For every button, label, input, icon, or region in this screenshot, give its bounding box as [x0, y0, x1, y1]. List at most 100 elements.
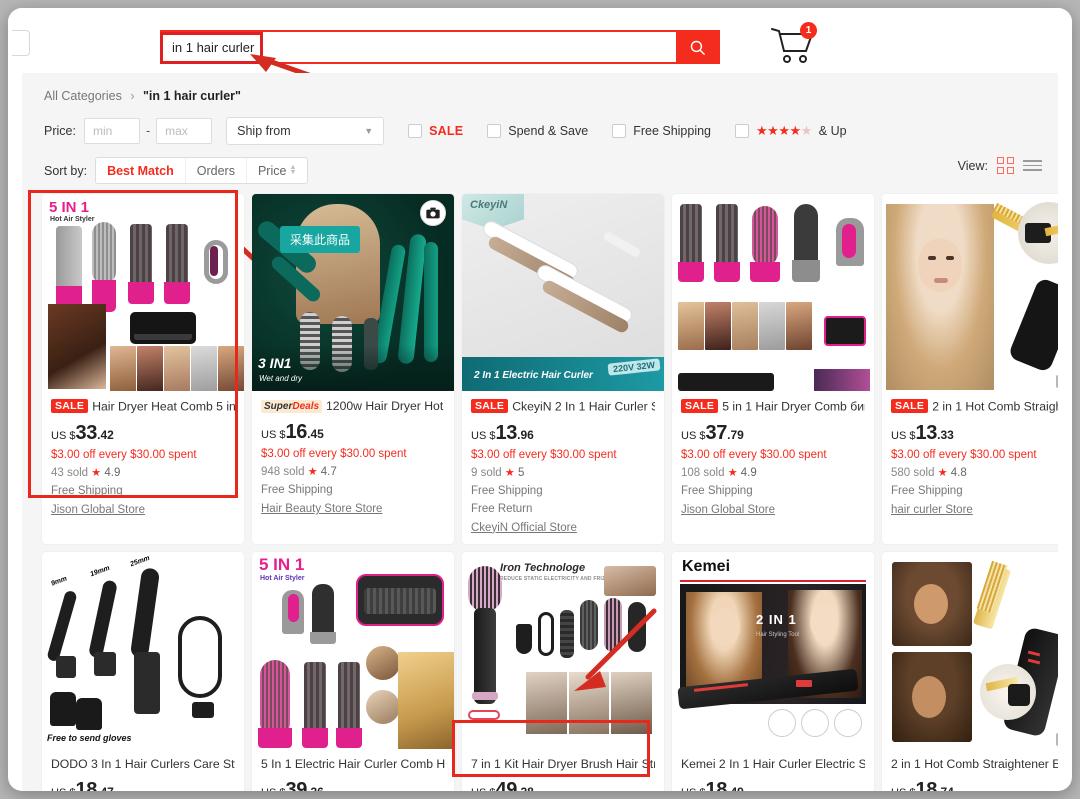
product-image[interactable]: 5 IN 1 Hot Air Styler: [252, 552, 454, 749]
sort-options: Best Match Orders Price ▲▼: [95, 157, 308, 184]
product-image[interactable]: 3 IN1 Wet and dry 采集此商品: [252, 194, 454, 391]
image-sublabel: Hot Air Styler: [50, 216, 94, 223]
search-bar[interactable]: [160, 30, 720, 64]
sold-count: 580 sold: [891, 467, 934, 479]
product-info: DODO 3 In 1 Hair Curlers Care Styl... US…: [42, 749, 244, 792]
store-link[interactable]: Hair Beauty Store Store: [261, 503, 445, 515]
price-max-input[interactable]: [156, 118, 212, 144]
sold-count: 948 sold: [261, 466, 304, 478]
ad-badge: AD: [1056, 733, 1058, 746]
product-title[interactable]: 7 in 1 Kit Hair Dryer Brush Hair Str...: [471, 757, 655, 772]
product-card[interactable]: AD SALE2 in 1 Hot Comb Straighten... US …: [882, 194, 1058, 544]
star-icon: ★: [308, 466, 318, 478]
price-filter-label: Price:: [44, 124, 76, 138]
sort-label: Sort by:: [44, 164, 87, 178]
image-sublabel: Free to send gloves: [47, 733, 132, 743]
product-image[interactable]: 9mm 19mm 25mm Free to send gloves: [42, 552, 244, 749]
product-price: US $18.49: [681, 779, 865, 792]
sold-count: 43 sold: [51, 467, 88, 479]
rating-checkbox[interactable]: [735, 124, 749, 138]
product-title[interactable]: Kemei 2 In 1 Hair Curler Electric St...: [681, 757, 865, 772]
store-link[interactable]: hair curler Store: [891, 504, 1058, 516]
product-title-text: 2 in 1 Hot Comb Straightener Elect...: [891, 757, 1058, 771]
spend-save-checkbox[interactable]: [487, 124, 501, 138]
search-button[interactable]: [676, 32, 718, 62]
product-title[interactable]: SuperDeals1200w Hair Dryer Hot Ai...: [261, 399, 445, 414]
grid-view-icon[interactable]: [997, 157, 1014, 174]
price-range-dash: -: [146, 124, 150, 138]
cart-button[interactable]: 1: [768, 24, 822, 68]
product-image[interactable]: AD: [882, 194, 1058, 391]
filter-sale[interactable]: SALE: [408, 124, 463, 138]
product-title[interactable]: SALE5 in 1 Hair Dryer Comb биг...: [681, 399, 865, 415]
product-image[interactable]: CkeyiN 2 In 1 Electric Hair Curler 220V …: [462, 194, 664, 391]
image-sublabel: REDUCE STATIC ELECTRICITY AND FRIZZ: [500, 576, 608, 582]
collect-circle-icon[interactable]: [420, 200, 446, 226]
product-title[interactable]: SALEHair Dryer Heat Comb 5 in ...: [51, 399, 235, 415]
product-card[interactable]: CkeyiN 2 In 1 Electric Hair Curler 220V …: [462, 194, 664, 544]
store-link[interactable]: Jison Global Store: [681, 504, 865, 516]
price-min-input[interactable]: [84, 118, 140, 144]
product-card[interactable]: AD 2 in 1 Hot Comb Straightener Elect...…: [882, 552, 1058, 792]
shipping-info: Free Shipping: [681, 484, 865, 499]
product-title[interactable]: SALE2 in 1 Hot Comb Straighten...: [891, 399, 1058, 415]
product-image[interactable]: Iron Technologe REDUCE STATIC ELECTRICIT…: [462, 552, 664, 749]
ship-from-dropdown[interactable]: Ship from ▼: [226, 117, 384, 145]
product-card[interactable]: Kemei 2 IN 1 Hair Styling Tool: [672, 552, 874, 792]
product-title-text: 7 in 1 Kit Hair Dryer Brush Hair Str...: [471, 757, 655, 771]
shipping-info: Free Shipping: [471, 484, 655, 499]
sort-option-best-match[interactable]: Best Match: [96, 158, 186, 183]
product-card[interactable]: SALE5 in 1 Hair Dryer Comb биг... US $37…: [672, 194, 874, 544]
sort-option-orders[interactable]: Orders: [186, 158, 247, 183]
filter-rating[interactable]: ★★★★★ & Up: [735, 123, 847, 139]
product-card[interactable]: 9mm 19mm 25mm Free to send gloves: [42, 552, 244, 792]
ship-from-label: Ship from: [237, 124, 291, 138]
product-image[interactable]: [672, 194, 874, 391]
product-image[interactable]: AD: [882, 552, 1058, 749]
product-title[interactable]: 5 In 1 Electric Hair Curler Comb Ho...: [261, 757, 445, 772]
search-icon: [689, 39, 706, 56]
product-card[interactable]: 5 IN 1 Hot Air Styler: [252, 552, 454, 792]
image-tag-1: 9mm: [50, 575, 68, 587]
chevron-down-icon: ▼: [364, 126, 373, 136]
collect-product-button[interactable]: 采集此商品: [280, 226, 360, 253]
image-sublabel: Wet and dry: [259, 374, 302, 383]
product-title[interactable]: SALECkeyiN 2 In 1 Hair Curler St...: [471, 399, 655, 415]
product-price: US $37.79: [681, 422, 865, 445]
product-rating: 4.8: [951, 467, 967, 479]
product-info: 7 in 1 Kit Hair Dryer Brush Hair Str... …: [462, 749, 664, 792]
site-header: 1: [8, 8, 1072, 73]
product-meta: 43 sold ★ 4.9: [51, 466, 235, 479]
product-title-text: 5 in 1 Hair Dryer Comb биг...: [722, 400, 865, 414]
breadcrumb-root[interactable]: All Categories: [44, 89, 122, 103]
star-icon: ★: [728, 467, 738, 479]
filter-spend-save[interactable]: Spend & Save: [487, 124, 588, 138]
product-price: US $49.28: [471, 779, 655, 792]
product-title-text: 5 In 1 Electric Hair Curler Comb Ho...: [261, 757, 445, 771]
product-meta: 108 sold ★ 4.9: [681, 466, 865, 479]
product-card[interactable]: Iron Technologe REDUCE STATIC ELECTRICIT…: [462, 552, 664, 792]
store-link[interactable]: CkeyiN Official Store: [471, 522, 655, 534]
search-input[interactable]: [162, 32, 676, 62]
product-card[interactable]: 5 IN 1 Hot Air Styler: [42, 194, 244, 544]
star-icon: ★: [505, 467, 515, 479]
product-promo: $3.00 off every $30.00 spent: [51, 449, 235, 461]
search-results-page: All Categories › "in 1 hair curler" Pric…: [22, 73, 1058, 791]
store-link[interactable]: Jison Global Store: [51, 504, 235, 516]
filter-free-shipping[interactable]: Free Shipping: [612, 124, 711, 138]
product-card[interactable]: 3 IN1 Wet and dry 采集此商品 SuperDeals1200w …: [252, 194, 454, 544]
camera-icon: [425, 205, 441, 221]
product-title[interactable]: DODO 3 In 1 Hair Curlers Care Styl...: [51, 757, 235, 772]
product-image[interactable]: 5 IN 1 Hot Air Styler: [42, 194, 244, 391]
product-image[interactable]: Kemei 2 IN 1 Hair Styling Tool: [672, 552, 874, 749]
free-shipping-checkbox[interactable]: [612, 124, 626, 138]
image-label: 5 IN 1: [259, 555, 304, 575]
product-title-text: Kemei 2 In 1 Hair Curler Electric St...: [681, 757, 865, 771]
sale-checkbox[interactable]: [408, 124, 422, 138]
sort-option-price[interactable]: Price ▲▼: [247, 158, 307, 183]
product-meta: 580 sold ★ 4.8: [891, 466, 1058, 479]
product-rating: 4.9: [741, 467, 757, 479]
list-view-icon[interactable]: [1023, 160, 1042, 171]
sold-count: 9 sold: [471, 467, 502, 479]
product-title[interactable]: 2 in 1 Hot Comb Straightener Elect...: [891, 757, 1058, 772]
